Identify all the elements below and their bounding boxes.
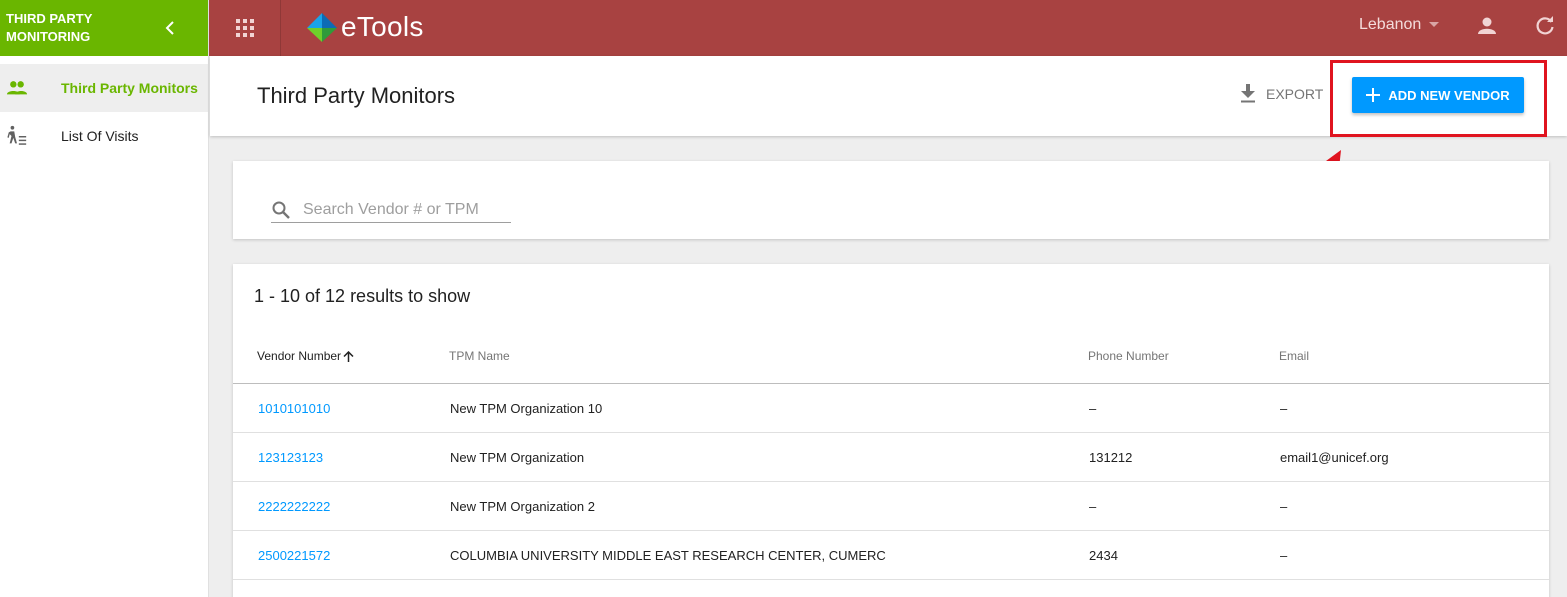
page-header: Third Party Monitors EXPORT ADD NEW VEND… [210, 56, 1567, 136]
country-label: Lebanon [1359, 16, 1422, 33]
etools-logo-icon [307, 13, 337, 42]
phone-cell: 131212 [1089, 450, 1133, 465]
sidebar-item-label: List Of Visits [61, 128, 139, 144]
refresh-icon [1536, 16, 1554, 35]
apps-menu-button[interactable] [209, 0, 281, 56]
column-header-tpm-name[interactable]: TPM Name [449, 349, 510, 363]
results-count: 1 - 10 of 12 results to show [254, 286, 471, 306]
sidebar-header: THIRD PARTY MONITORING [0, 0, 208, 56]
column-header-label: Vendor Number [257, 349, 342, 363]
caret-down-icon [1429, 22, 1440, 27]
search-card [233, 161, 1549, 239]
collapse-sidebar-button[interactable] [160, 18, 180, 38]
people-icon [6, 77, 28, 99]
vendor-number-link[interactable]: 2222222222 [258, 499, 330, 514]
search-icon [272, 201, 290, 219]
column-header-vendor-number[interactable]: Vendor Number [257, 349, 354, 363]
sidebar-item-third-party-monitors[interactable]: Third Party Monitors [0, 64, 208, 112]
table-row: 2222222222 New TPM Organization 2 – – [233, 482, 1549, 531]
apps-grid-icon [235, 19, 254, 37]
table-row: 2500221572 COLUMBIA UNIVERSITY MIDDLE EA… [233, 531, 1549, 580]
etools-logo[interactable]: eTools [305, 10, 424, 44]
search-input[interactable] [303, 200, 503, 219]
refresh-button[interactable] [1533, 14, 1557, 38]
table-row: 1010101010 New TPM Organization 10 – – [233, 384, 1549, 433]
email-cell: – [1280, 499, 1288, 514]
arrow-up-icon [343, 350, 354, 362]
email-cell: email1@unicef.org [1280, 450, 1389, 465]
tpm-name-cell: New TPM Organization 2 [450, 499, 595, 514]
page-title: Third Party Monitors [257, 83, 456, 108]
column-header-email[interactable]: Email [1279, 349, 1309, 363]
plus-icon [1366, 88, 1381, 102]
country-selector[interactable]: Lebanon [1359, 16, 1440, 34]
vendor-number-link[interactable]: 1010101010 [258, 401, 330, 416]
vendor-number-link[interactable]: 123123123 [258, 450, 323, 465]
email-cell: – [1280, 548, 1288, 563]
chevron-left-icon [165, 21, 174, 35]
export-label: EXPORT [1266, 85, 1324, 102]
phone-cell: 2434 [1089, 548, 1118, 563]
phone-cell: – [1089, 499, 1097, 514]
sidebar-item-label: Third Party Monitors [61, 80, 198, 96]
add-new-vendor-button[interactable]: ADD NEW VENDOR [1352, 77, 1524, 113]
search-field [271, 197, 511, 223]
tpm-name-cell: COLUMBIA UNIVERSITY MIDDLE EAST RESEARCH… [450, 548, 886, 563]
add-new-vendor-label: ADD NEW VENDOR [1388, 87, 1510, 103]
sidebar: THIRD PARTY MONITORING Third Party Monit… [0, 0, 209, 597]
results-card: 1 - 10 of 12 results to show Vendor Numb… [233, 264, 1549, 597]
tpm-name-cell: New TPM Organization 10 [450, 401, 603, 416]
download-icon [1241, 84, 1255, 103]
person-icon [1478, 17, 1496, 34]
phone-cell: – [1089, 401, 1097, 416]
email-cell: – [1280, 401, 1288, 416]
export-button[interactable]: EXPORT [1240, 84, 1323, 103]
walking-list-icon [6, 125, 28, 147]
user-profile-button[interactable] [1475, 14, 1499, 38]
top-app-bar: eTools Lebanon [209, 0, 1567, 56]
app-name: eTools [341, 11, 424, 42]
vendor-number-link[interactable]: 2500221572 [258, 548, 330, 563]
column-header-phone-number[interactable]: Phone Number [1088, 349, 1169, 363]
module-title: THIRD PARTY MONITORING [6, 11, 93, 44]
table-row: 123123123 New TPM Organization 131212 em… [233, 433, 1549, 482]
sidebar-item-list-of-visits[interactable]: List Of Visits [0, 112, 208, 160]
tpm-name-cell: New TPM Organization [450, 450, 585, 465]
